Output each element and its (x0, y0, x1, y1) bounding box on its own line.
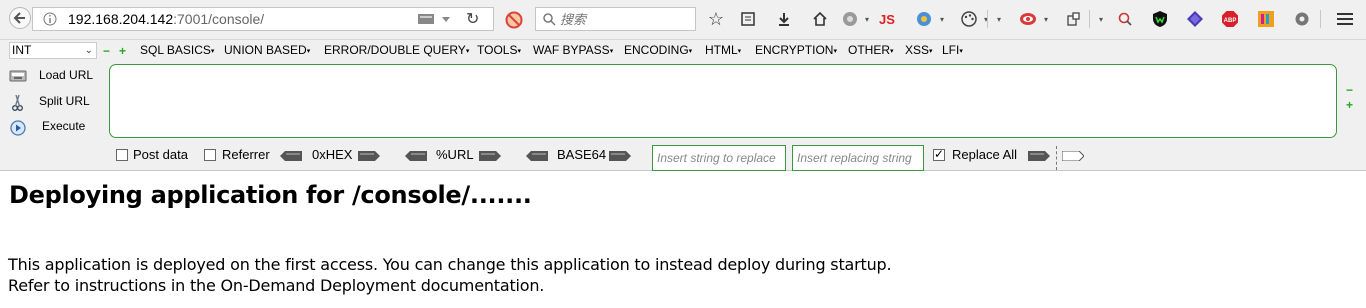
reading-list-icon[interactable] (738, 9, 758, 29)
replace-all-label: Replace All (952, 147, 1018, 162)
screenshot-icon[interactable] (1064, 9, 1084, 29)
replace-all-checkbox[interactable] (933, 147, 945, 161)
menu-xss[interactable]: XSS▾ (905, 43, 933, 57)
menu-lfi[interactable]: LFI▾ (942, 43, 963, 57)
dropdown-icon[interactable]: ▾ (857, 9, 877, 29)
hex-label: 0xHEX (312, 147, 353, 162)
menu-union-based[interactable]: UNION BASED▾ (224, 43, 310, 57)
menu-encoding[interactable]: ENCODING▾ (624, 43, 692, 57)
bookmark-star-icon[interactable]: ☆ (706, 9, 726, 29)
base64-label: BASE64 (557, 147, 607, 162)
hackbar-options: Post data Referrer 0xHEX %URL BASE64 Ins… (0, 144, 1366, 171)
reload-icon[interactable]: ↻ (466, 9, 479, 29)
address-bar[interactable]: 192.168.204.142:7001/console/ ↻ (32, 7, 494, 31)
menu-error-double-query[interactable]: ERROR/DOUBLE QUERY▾ (324, 43, 469, 57)
split-url-button[interactable]: Split URL (9, 92, 109, 112)
page-title: Deploying application for /console/.....… (9, 181, 532, 209)
menu-sql-basics[interactable]: SQL BASICS▾ (140, 43, 214, 57)
blocked-icon[interactable] (505, 11, 523, 29)
dropdown-icon[interactable]: ▾ (1091, 9, 1111, 29)
replace-next-arrow-icon[interactable] (1062, 151, 1084, 161)
encode-base64-arrow-icon[interactable] (609, 151, 631, 161)
download-icon[interactable] (774, 9, 794, 29)
decrease-icon[interactable]: − (1346, 83, 1353, 97)
search-bar[interactable] (535, 7, 696, 31)
type-select[interactable]: INT ⌄ (9, 42, 97, 59)
post-data-label: Post data (133, 147, 188, 162)
execute-button[interactable]: Execute (9, 117, 109, 137)
back-icon (13, 12, 25, 24)
find-string-input[interactable]: Insert string to replace (652, 145, 786, 171)
menu-other[interactable]: OTHER▾ (848, 43, 894, 57)
dropdown-icon[interactable]: ▾ (989, 9, 1009, 29)
body-text-line-2: Refer to instructions in the On-Demand D… (8, 276, 545, 295)
menu-waf-bypass[interactable]: WAF BYPASS▾ (533, 43, 613, 57)
decode-base64-arrow-icon[interactable] (526, 151, 548, 161)
increase-icon[interactable]: + (119, 44, 126, 58)
browser-toolbar: 192.168.204.142:7001/console/ ↻ ☆ ▾ JS ▾… (0, 0, 1366, 40)
svg-text:ABP: ABP (1224, 18, 1237, 24)
play-icon (10, 120, 26, 136)
hackbar-menu: INT ⌄ − + SQL BASICS▾ UNION BASED▾ ERROR/… (0, 40, 1366, 60)
color-icon[interactable] (1256, 9, 1276, 29)
load-url-button[interactable]: Load URL (9, 66, 109, 86)
encode-url-arrow-icon[interactable] (479, 151, 501, 161)
home-icon[interactable] (810, 9, 830, 29)
scissors-icon (12, 94, 23, 111)
body-text-line-1: This application is deployed on the firs… (8, 255, 892, 274)
menu-html[interactable]: HTML▾ (705, 43, 741, 57)
search-input[interactable] (560, 11, 690, 27)
url-textarea[interactable] (109, 64, 1337, 138)
menu-encryption[interactable]: ENCRYPTION▾ (755, 43, 837, 57)
dropdown-icon[interactable]: ▾ (1036, 9, 1056, 29)
url-label: %URL (436, 147, 474, 162)
decrease-icon[interactable]: − (103, 44, 110, 58)
inspect-icon[interactable] (1115, 9, 1135, 29)
referrer-label: Referrer (222, 147, 270, 162)
eye-icon[interactable] (1018, 9, 1038, 29)
back-button[interactable] (9, 7, 31, 29)
encode-hex-arrow-icon[interactable] (358, 151, 380, 161)
divider (1056, 146, 1057, 170)
url-text[interactable]: 192.168.204.142:7001/console/ (68, 11, 264, 27)
replace-arrow-icon[interactable] (1028, 151, 1050, 161)
shield-icon[interactable] (1150, 9, 1170, 29)
hackbar-panel: INT ⌄ − + SQL BASICS▾ UNION BASED▾ ERROR/… (0, 40, 1366, 171)
search-icon (543, 13, 556, 26)
menu-tools[interactable]: TOOLS▾ (477, 43, 521, 57)
cube-icon[interactable] (1185, 9, 1205, 29)
decode-url-arrow-icon[interactable] (405, 151, 427, 161)
gear-icon[interactable] (1292, 9, 1312, 29)
chevron-down-icon: ⌄ (84, 45, 93, 56)
replace-string-input[interactable]: Insert replacing string (792, 145, 924, 171)
translate-icon[interactable] (914, 9, 934, 29)
dropdown-icon[interactable] (418, 11, 458, 27)
referrer-checkbox[interactable] (204, 149, 216, 161)
adblock-icon[interactable]: ABP (1220, 9, 1240, 29)
post-data-checkbox[interactable] (116, 149, 128, 161)
js-icon[interactable]: JS (877, 9, 897, 29)
site-info-icon[interactable] (43, 12, 57, 26)
menu-icon[interactable] (1335, 9, 1355, 29)
decode-hex-arrow-icon[interactable] (280, 151, 302, 161)
dropdown-icon[interactable]: ▾ (932, 9, 952, 29)
load-url-icon (9, 70, 27, 82)
increase-icon[interactable]: + (1346, 98, 1353, 112)
